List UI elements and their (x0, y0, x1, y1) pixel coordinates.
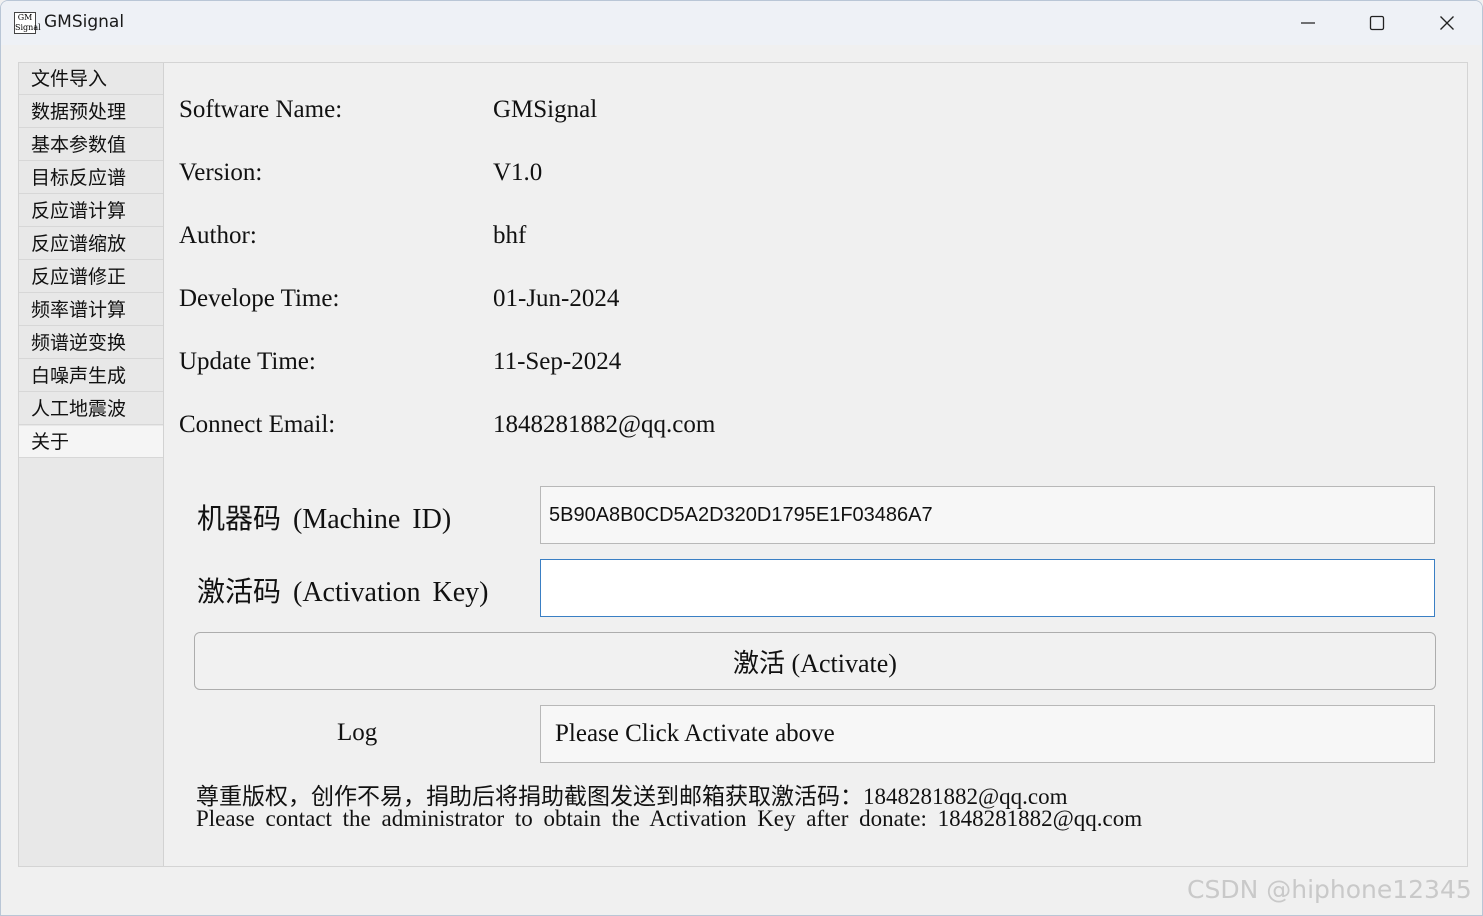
log-field: Please Click Activate above (540, 705, 1435, 763)
maximize-button[interactable] (1342, 1, 1412, 45)
donation-note-en: Please contact the administrator to obta… (196, 806, 1143, 831)
develop-time-label: Develope Time: (179, 285, 340, 312)
app-window: GM Signal GMSignal 文件导入 数据预处理 基本参数值 目标反应谱… (0, 0, 1483, 916)
maximize-icon (1369, 15, 1385, 31)
minimize-button[interactable] (1273, 1, 1343, 45)
sidebar-item-target-spectrum[interactable]: 目标反应谱 (19, 162, 163, 194)
author-label: Author: (179, 222, 257, 249)
machine-id-label: 机器码 (Machine ID) (197, 504, 452, 535)
sidebar-item-spectrum-calc[interactable]: 反应谱计算 (19, 195, 163, 227)
app-logo-text: GM (17, 13, 33, 22)
close-button[interactable] (1412, 1, 1482, 45)
author-value: bhf (493, 222, 527, 249)
sidebar-item-file-import[interactable]: 文件导入 (19, 63, 163, 95)
main-frame: 文件导入 数据预处理 基本参数值 目标反应谱 反应谱计算 反应谱缩放 反应谱修正… (18, 62, 1468, 867)
software-name-value: GMSignal (493, 96, 598, 123)
sidebar-item-basic-params[interactable]: 基本参数值 (19, 129, 163, 161)
version-label: Version: (179, 159, 263, 186)
develop-time-value: 01-Jun-2024 (493, 285, 620, 312)
sidebar-item-preprocess[interactable]: 数据预处理 (19, 96, 163, 128)
close-icon (1440, 16, 1454, 30)
sidebar-item-white-noise[interactable]: 白噪声生成 (19, 360, 163, 392)
window-title: GMSignal (44, 12, 125, 32)
update-time-label: Update Time: (179, 348, 316, 375)
app-logo-text: Signal (15, 23, 41, 32)
csdn-watermark: CSDN @hiphone12345 (1187, 875, 1472, 904)
log-label: Log (337, 719, 378, 746)
sidebar-item-artificial-wave[interactable]: 人工地震波 (19, 393, 163, 425)
activation-key-label: 激活码 (Activation Key) (197, 577, 489, 608)
app-logo-icon: GM Signal (14, 12, 41, 34)
connect-email-label: Connect Email: (179, 411, 336, 438)
activation-key-input[interactable] (540, 559, 1435, 617)
version-value: V1.0 (493, 159, 543, 186)
title-bar[interactable]: GM Signal GMSignal (1, 1, 1482, 45)
machine-id-field[interactable]: 5B90A8B0CD5A2D320D1795E1F03486A7 (540, 486, 1435, 544)
connect-email-value: 1848281882@qq.com (493, 411, 716, 438)
minimize-icon (1301, 22, 1315, 24)
activate-button[interactable]: 激活 (Activate) (194, 632, 1436, 690)
sidebar-item-about[interactable]: 关于 (19, 426, 163, 458)
sidebar-item-spectrum-scale[interactable]: 反应谱缩放 (19, 228, 163, 260)
update-time-value: 11-Sep-2024 (493, 348, 622, 375)
sidebar-item-spectrum-correct[interactable]: 反应谱修正 (19, 261, 163, 293)
software-name-label: Software Name: (179, 96, 343, 123)
sidebar-item-inverse-transform[interactable]: 频谱逆变换 (19, 327, 163, 359)
sidebar-item-frequency-spectrum[interactable]: 频率谱计算 (19, 294, 163, 326)
sidebar-nav: 文件导入 数据预处理 基本参数值 目标反应谱 反应谱计算 反应谱缩放 反应谱修正… (19, 63, 164, 866)
